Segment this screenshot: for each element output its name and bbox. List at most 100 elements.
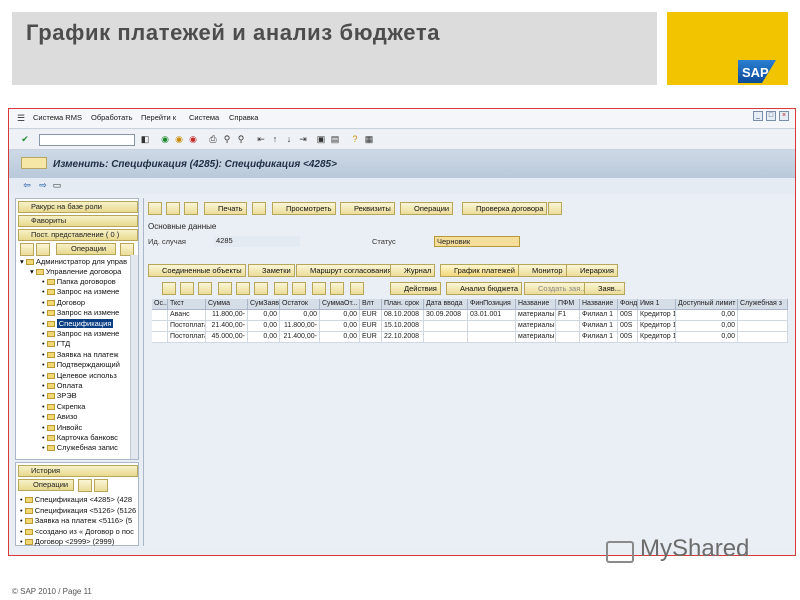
column-header[interactable]: Доступный лимит [676, 299, 738, 310]
tab-journal[interactable]: Журнал [390, 264, 436, 277]
sum-icon[interactable] [274, 282, 288, 295]
table-cell[interactable]: 11.800,00- [280, 321, 320, 332]
tree-item[interactable]: • Подтверждающий [42, 360, 120, 369]
save-doc-icon[interactable] [166, 202, 180, 215]
tree-item[interactable]: • Папка договоров [42, 277, 116, 286]
table-cell[interactable]: 0,00 [676, 332, 738, 343]
create-request-button[interactable]: Создать зая... [524, 282, 591, 295]
table-cell[interactable]: Постоплата [168, 321, 206, 332]
table-cell[interactable]: 11.800,00- [206, 310, 248, 321]
table-cell[interactable]: 00S [618, 310, 638, 321]
operations-button[interactable]: Операции [56, 243, 116, 255]
find-next-icon[interactable]: ⚲ [235, 133, 247, 145]
history-item[interactable]: • Договор <2999> (2999) [20, 537, 114, 546]
operations-menu-button[interactable]: Операции [400, 202, 454, 215]
cancel-icon[interactable]: ◉ [187, 133, 199, 145]
layout-icon[interactable]: ▦ [363, 133, 375, 145]
history-item[interactable]: • Спецификация <5126> (5126 [20, 506, 136, 515]
tree-item[interactable]: • Договор [42, 298, 85, 307]
tree-group[interactable]: ▾ Управление договора [30, 267, 121, 276]
table-cell[interactable]: 0,00 [320, 321, 360, 332]
tree-item[interactable]: • Заявка на платеж [42, 350, 118, 359]
tab-hierarchy[interactable]: Иерархия [566, 264, 618, 277]
table-cell[interactable]: 0,00 [676, 321, 738, 332]
details-icon[interactable] [350, 282, 364, 295]
column-header[interactable]: ФинПозиция [468, 299, 516, 310]
table-cell[interactable]: материалы [516, 310, 556, 321]
column-header[interactable]: СуммаОт... [320, 299, 360, 310]
column-header[interactable]: Фонд [618, 299, 638, 310]
tree-item[interactable]: • ГТД [42, 339, 70, 348]
tree-item[interactable]: • Карточка банковс [42, 433, 118, 442]
table-cell[interactable]: 45.000,00- [206, 332, 248, 343]
table-cell[interactable]: Аванс [168, 310, 206, 321]
last-page-icon[interactable]: ⇥ [297, 133, 309, 145]
help-icon[interactable]: ? [349, 133, 361, 145]
tab-linked-objects[interactable]: Соединенные объекты [148, 264, 246, 277]
column-header[interactable]: СумЗаяв [248, 299, 280, 310]
info-icon[interactable] [548, 202, 562, 215]
tree-item[interactable]: • Авизо [42, 412, 77, 421]
role-view-button[interactable]: Ракурс на базе роли [18, 201, 138, 213]
column-header[interactable]: План. срок [382, 299, 424, 310]
column-header[interactable]: Дата ввода [424, 299, 468, 310]
tree-item[interactable]: • Инвойс [42, 423, 82, 432]
history-button[interactable]: История [18, 465, 138, 477]
tree-item[interactable]: • Служебная запис [42, 443, 118, 452]
table-cell[interactable]: 0,00 [248, 332, 280, 343]
history-item[interactable]: • <создано из « Договор о пос [20, 527, 134, 536]
table-cell[interactable]: 03.01.001 [468, 310, 516, 321]
history-item[interactable]: • Заявка на платеж <5116> (5 [20, 516, 132, 525]
select-all-icon[interactable] [162, 282, 176, 295]
table-cell[interactable]: 21.400,00- [280, 332, 320, 343]
favorites-button[interactable]: Фавориты [18, 215, 138, 227]
preview-icon[interactable] [252, 202, 266, 215]
prev-page-icon[interactable]: ↑ [269, 133, 281, 145]
subtotal-icon[interactable] [292, 282, 306, 295]
table-cell[interactable]: 00S [618, 321, 638, 332]
print-icon[interactable]: ⎙ [207, 133, 219, 145]
exit-icon[interactable]: ◉ [173, 133, 185, 145]
table-cell[interactable]: 00S [618, 332, 638, 343]
table-cell[interactable] [738, 332, 788, 343]
table-cell[interactable] [556, 321, 580, 332]
table-cell[interactable]: материалы [516, 332, 556, 343]
table-cell[interactable] [738, 321, 788, 332]
column-header[interactable]: Влт [360, 299, 382, 310]
minimize-icon[interactable]: _ [753, 111, 763, 121]
tree-item[interactable]: • Скрепка [42, 402, 85, 411]
column-header[interactable]: Ос... [152, 299, 168, 310]
table-cell[interactable]: 21.400,00- [206, 321, 248, 332]
remove-row-icon[interactable] [198, 282, 212, 295]
budget-analysis-button[interactable]: Анализ бюджета [446, 282, 522, 295]
tree-item[interactable]: • Запрос на измене [42, 329, 119, 338]
new-session-icon[interactable]: ▣ [315, 133, 327, 145]
table-cell[interactable]: EUR [360, 321, 382, 332]
column-header[interactable]: Название [580, 299, 618, 310]
column-header[interactable]: Ткст [168, 299, 206, 310]
filter-rows-icon[interactable] [254, 282, 268, 295]
table-cell[interactable]: 30.09.2008 [424, 310, 468, 321]
column-header[interactable]: Имя 1 [638, 299, 676, 310]
table-cell[interactable]: Кредитор 1 [638, 321, 676, 332]
back-icon[interactable]: ◉ [159, 133, 171, 145]
menu-edit[interactable]: Обработать [91, 113, 132, 122]
detail-icon[interactable] [94, 479, 108, 492]
table-cell[interactable]: F1 [556, 310, 580, 321]
table-cell[interactable]: 0,00 [280, 310, 320, 321]
tree-item[interactable]: • Запрос на измене [42, 287, 119, 296]
menu-system-rms[interactable]: Система RMS [33, 113, 82, 122]
tree-scrollbar[interactable] [130, 255, 138, 459]
table-cell[interactable] [738, 310, 788, 321]
table-cell[interactable]: материалы [516, 321, 556, 332]
table-cell[interactable]: 22.10.2008 [382, 332, 424, 343]
column-header[interactable]: Название [516, 299, 556, 310]
request-button[interactable]: Заяв... [584, 282, 625, 295]
table-cell[interactable] [424, 321, 468, 332]
table-cell[interactable]: Филиал 1 [580, 321, 618, 332]
table-cell[interactable]: EUR [360, 332, 382, 343]
tree-item[interactable]: • Запрос на измене [42, 308, 119, 317]
tab-monitor[interactable]: Монитор [518, 264, 567, 277]
arrow-left-icon[interactable]: ⇦ [21, 179, 33, 191]
column-header[interactable]: Остаток [280, 299, 320, 310]
